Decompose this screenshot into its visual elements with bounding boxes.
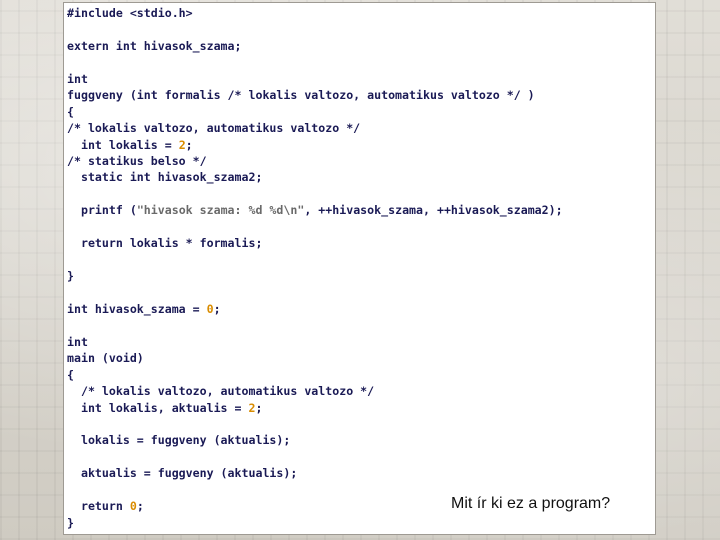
code-line: extern int hivasok_szama;	[67, 38, 242, 53]
code-line: {	[67, 104, 74, 119]
code-line: #include <stdio.h>	[67, 6, 193, 20]
code-line: fuggveny (int formalis /* lokalis valtoz…	[67, 88, 535, 103]
code-line: /* lokalis valtozo, automatikus valtozo …	[67, 384, 375, 399]
code-line: printf ("hivasok szama: %d %d\n", ++hiva…	[67, 203, 563, 218]
code-line: {	[67, 367, 74, 382]
code-line: int lokalis, aktualis = 2;	[67, 400, 263, 415]
code-line: int	[67, 71, 88, 86]
code-line: }	[67, 269, 74, 283]
code-panel: #include <stdio.h> extern int hivasok_sza…	[63, 2, 656, 535]
code-line: int	[67, 334, 88, 349]
code-line: aktualis = fuggveny (aktualis);	[67, 466, 298, 481]
code-line: main (void)	[67, 351, 144, 366]
code-line: lokalis = fuggveny (aktualis);	[67, 433, 291, 448]
code-line: return lokalis * formalis;	[67, 236, 263, 251]
code-line: /* statikus belso */	[67, 153, 207, 168]
code-line: /* lokalis valtozo, automatikus valtozo …	[67, 121, 361, 136]
code-line: }	[67, 515, 74, 530]
code-line: int hivasok_szama = 0;	[67, 301, 221, 316]
source-code: #include <stdio.h> extern int hivasok_sza…	[67, 5, 563, 531]
question-caption: Mit ír ki ez a program?	[451, 495, 611, 512]
code-line: static int hivasok_szama2;	[67, 170, 263, 185]
code-line: int lokalis = 2;	[67, 137, 193, 152]
